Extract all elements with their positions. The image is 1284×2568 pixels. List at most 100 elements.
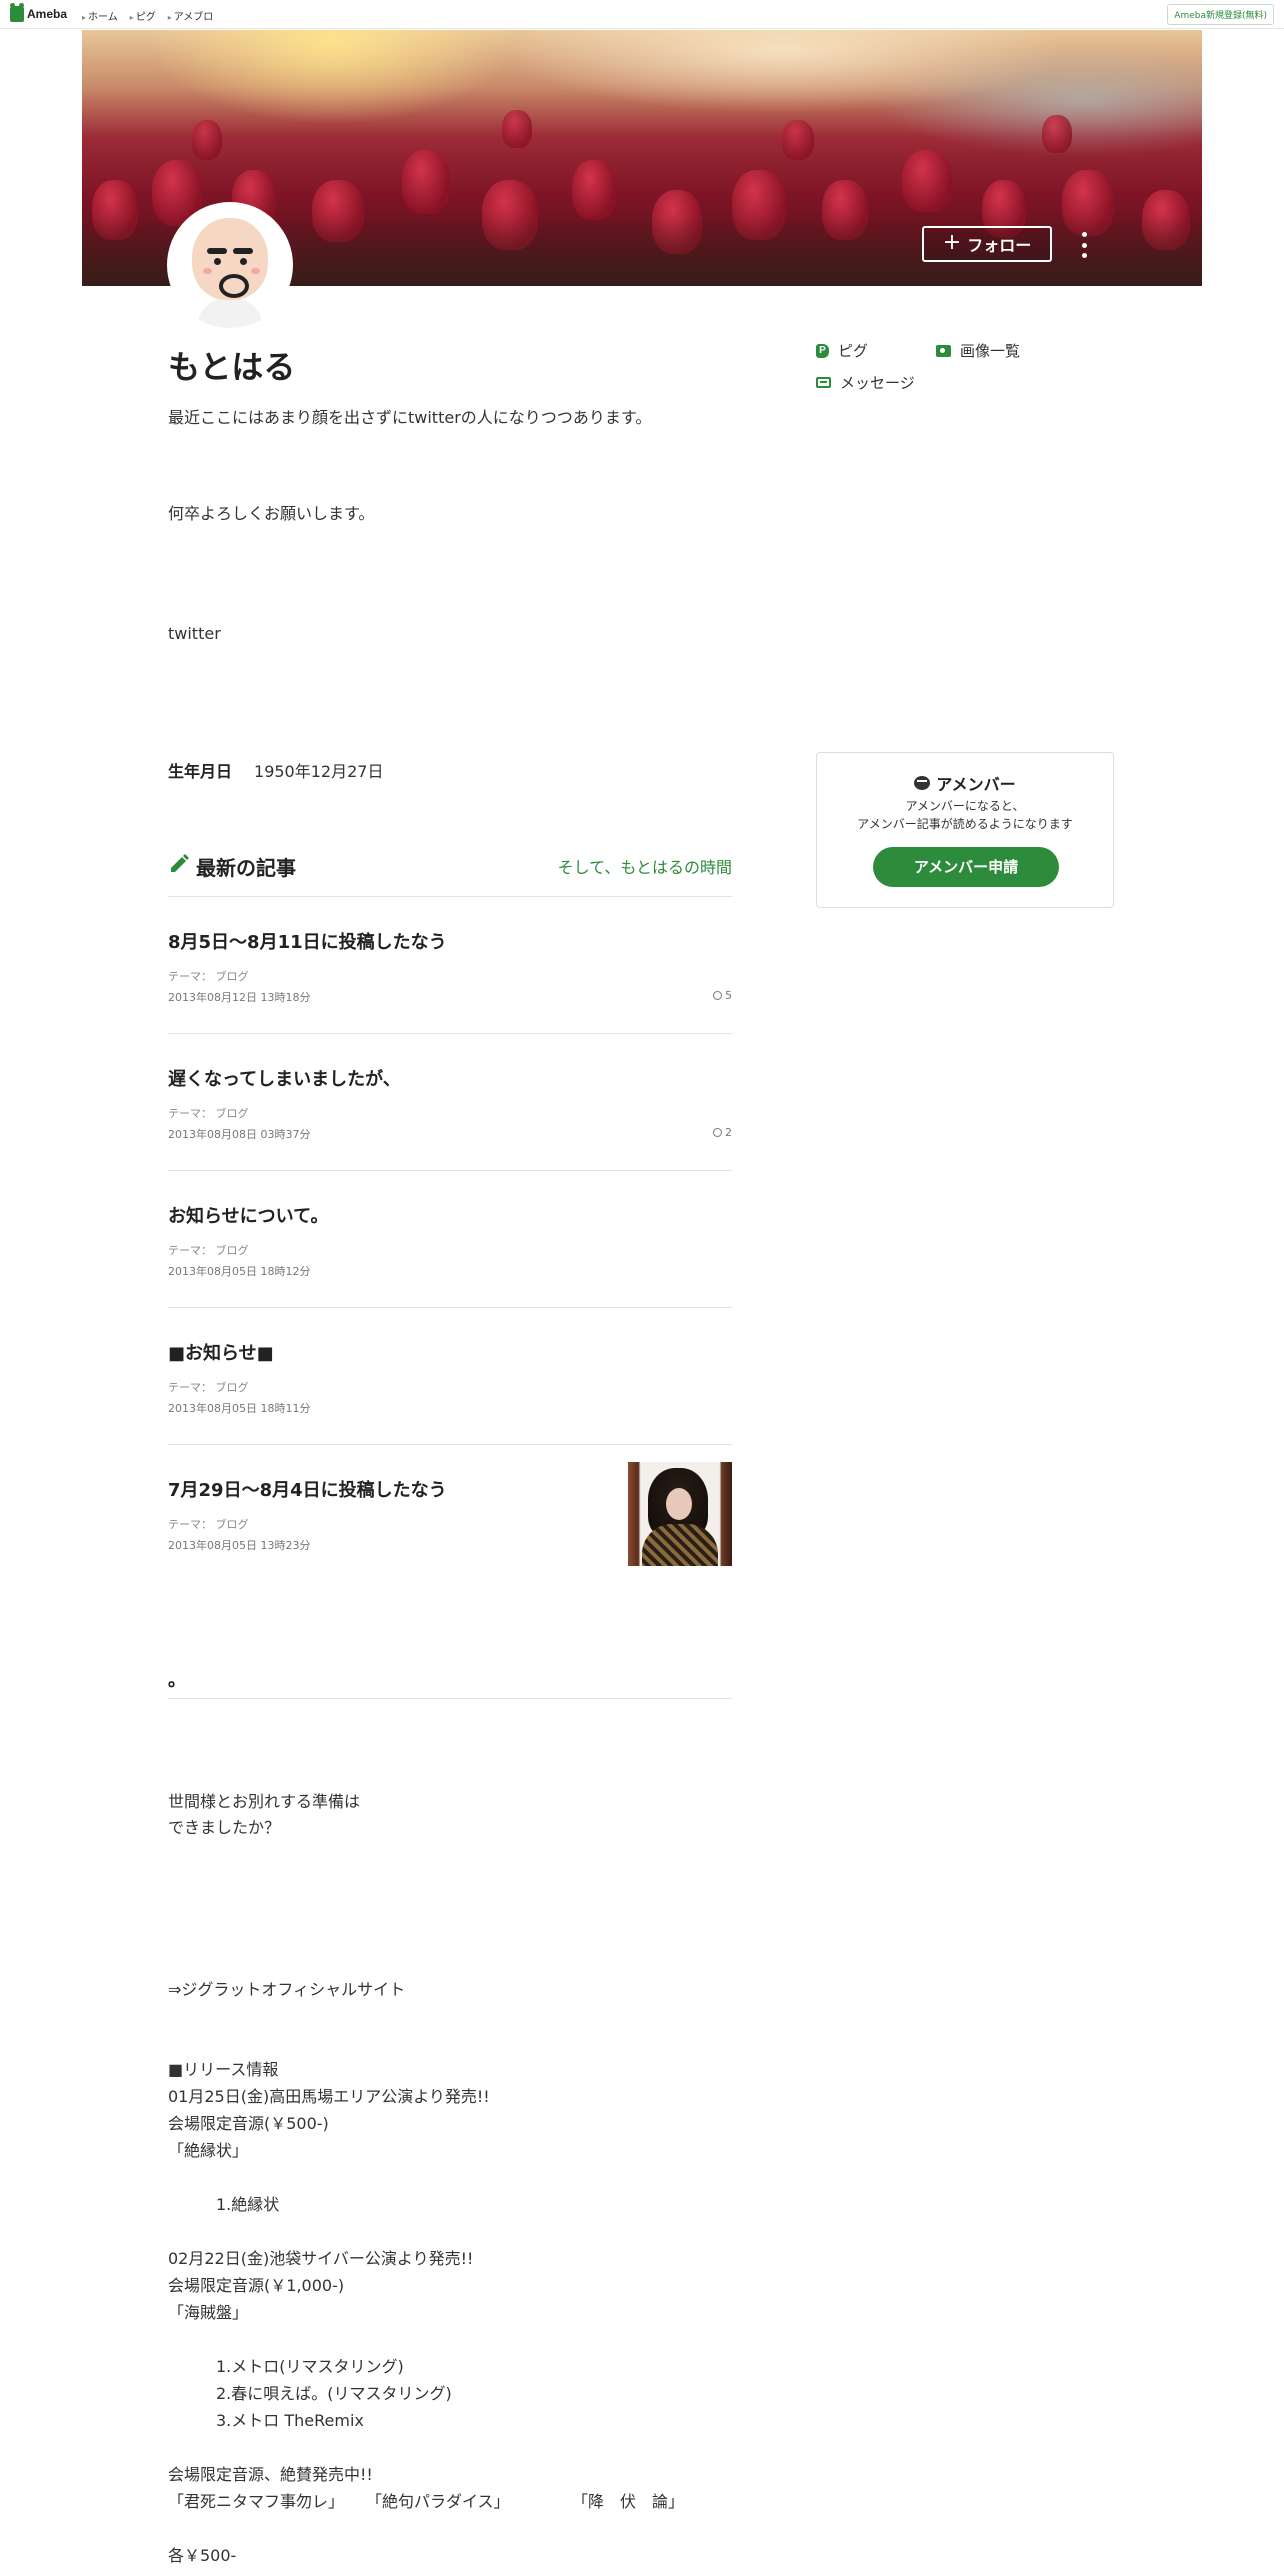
plus-icon: + [942,230,962,255]
signup-button[interactable]: Ameba新規登録(無料) [1167,4,1274,25]
article-theme: テーマ： ブログ [168,1244,249,1257]
global-header: Ameba ▸ ホーム ▸ ピグ ▸ アメブロ Ameba新規登録(無料) [0,0,1284,29]
post-line: できましたか？ [168,1818,281,1837]
tulip-shape [192,120,222,160]
article-title[interactable]: お知らせについて。 [168,1202,329,1228]
post-line: 会場限定音源、絶賛発売中!! [168,2465,373,2484]
tulip-shape [572,160,616,220]
tulip-shape [502,110,532,148]
article-thumbnail[interactable] [628,1462,732,1566]
avatar-body [197,298,263,328]
divider [168,1307,732,1308]
post-heading: 。 [168,1670,186,1691]
post-line: ■リリース情報 [168,2060,279,2079]
message-icon [816,377,831,388]
logo-text: Ameba [27,7,68,21]
article-item[interactable]: 遅くなってしまいましたが、 テーマ： ブログ 2013年08月08日 03時37… [168,1065,732,1201]
ameba-logo-icon [10,3,24,22]
post-line: 02月22日(金)池袋サイバー公演より発売!! [168,2249,474,2268]
article-title[interactable]: 8月5日〜8月11日に投稿したなう [168,928,447,954]
avatar-eye [240,258,247,265]
divider [168,896,732,897]
comment-count-value: 2 [725,1126,732,1139]
thumbnail-body [642,1524,718,1566]
post-line: 2.春に唄えば。(リマスタリング) [216,2384,452,2403]
article-theme: テーマ： ブログ [168,1518,249,1531]
global-nav: ▸ ホーム ▸ ピグ ▸ アメブロ [82,8,213,23]
triangle-icon: ▸ [167,13,172,22]
amember-desc-line: アメンバー記事が読めるようになります [857,817,1073,831]
article-item[interactable]: 8月5日〜8月11日に投稿したなう テーマ： ブログ 2013年08月12日 1… [168,928,732,1064]
tulip-shape [782,120,814,160]
latest-articles-header: 最新の記事 そして、もとはるの時間 [168,852,732,896]
post-line: 01月25日(金)高田馬場エリア公演より発売!! [168,2087,490,2106]
avatar[interactable] [167,202,293,328]
avatar-brow [233,248,253,254]
post-line: 各￥500- [168,2546,237,2565]
amember-title-label: アメンバー [936,775,1016,794]
camera-icon [936,344,951,357]
avatar-brow [207,248,227,254]
birthday: 生年月日 1950年12月27日 [168,758,383,782]
nav-home[interactable]: ▸ ホーム [82,8,118,23]
image-list-link[interactable]: 画像一覧 [936,340,1020,361]
pigg-icon: P [816,343,829,358]
article-item[interactable]: お知らせについて。 テーマ： ブログ 2013年08月05日 18時12分 [168,1202,732,1338]
post-line: 会場限定音源(￥500-) [168,2114,329,2133]
message-label: メッセージ [840,374,915,392]
amember-box: アメンバー アメンバーになると、 アメンバー記事が読めるようになります アメンバ… [816,752,1114,908]
avatar-eye [214,258,221,265]
bio-twitter[interactable]: twitter [168,622,221,646]
nav-ameblo[interactable]: ▸ アメブロ [168,8,214,23]
avatar-cheek [251,268,260,274]
article-date: 2013年08月05日 18時11分 [168,1402,311,1415]
article-title[interactable]: 7月29日〜8月4日に投稿したなう [168,1476,447,1502]
bio-line: 最近ここにはあまり顔を出さずにtwitterの人になりつつあります。 [168,408,652,427]
more-menu-icon[interactable] [1080,232,1088,258]
amember-description: アメンバーになると、 アメンバー記事が読めるようになります [817,797,1113,833]
amember-icon [914,776,931,790]
thumbnail-face [666,1488,692,1520]
image-list-label: 画像一覧 [960,342,1021,360]
post-line: 3.メトロ TheRemix [216,2411,364,2430]
tulip-shape [1042,115,1072,153]
blog-title-link[interactable]: そして、もとはるの時間 [558,854,732,878]
divider [168,1170,732,1171]
nav-ameblo-label: アメブロ [173,12,214,23]
tulip-shape [902,150,952,212]
pigg-link[interactable]: P ピグ [816,340,868,361]
follow-button[interactable]: + フォロー [922,226,1052,262]
official-site-link[interactable]: ⇒ジグラットオフィシャルサイト [168,1976,405,2000]
ameba-logo[interactable]: Ameba [10,3,68,23]
comment-icon [713,991,722,1000]
article-item[interactable]: 7月29日〜8月4日に投稿したなう テーマ： ブログ 2013年08月05日 1… [168,1462,732,1598]
pigg-label: ピグ [838,342,869,360]
tulip-shape [402,150,450,214]
article-theme: テーマ： ブログ [168,1107,249,1120]
divider [168,1444,732,1445]
article-item[interactable]: ■お知らせ■ テーマ： ブログ 2013年08月05日 18時11分 [168,1339,732,1475]
article-theme: テーマ： ブログ [168,970,249,983]
section-title: 最新の記事 [196,856,296,880]
amember-apply-button[interactable]: アメンバー申請 [873,847,1059,887]
comment-count[interactable]: 5 [713,989,732,1002]
post-line: 「君死ニタマフ事勿レ」 [168,2492,345,2511]
comment-icon [713,1128,722,1137]
post-line: 「降 伏 論」 [572,2492,685,2511]
pencil-icon [171,854,189,872]
article-title[interactable]: 遅くなってしまいましたが、 [168,1065,401,1091]
triangle-icon: ▸ [129,13,134,22]
article-date: 2013年08月12日 13時18分 [168,991,311,1004]
amember-title: アメンバー [817,771,1113,795]
birthday-label: 生年月日 [168,762,233,781]
nav-pigg[interactable]: ▸ ピグ [130,8,156,23]
comment-count[interactable]: 2 [713,1126,732,1139]
message-link[interactable]: メッセージ [816,372,915,393]
triangle-icon: ▸ [82,13,87,22]
post-line: 1.メトロ(リマスタリング) [216,2357,404,2376]
article-date: 2013年08月05日 18時12分 [168,1265,311,1278]
post-line: 1.絶縁状 [216,2195,280,2214]
article-title[interactable]: ■お知らせ■ [168,1339,274,1365]
divider [168,1698,732,1699]
profile-name: もとはる [168,348,296,386]
